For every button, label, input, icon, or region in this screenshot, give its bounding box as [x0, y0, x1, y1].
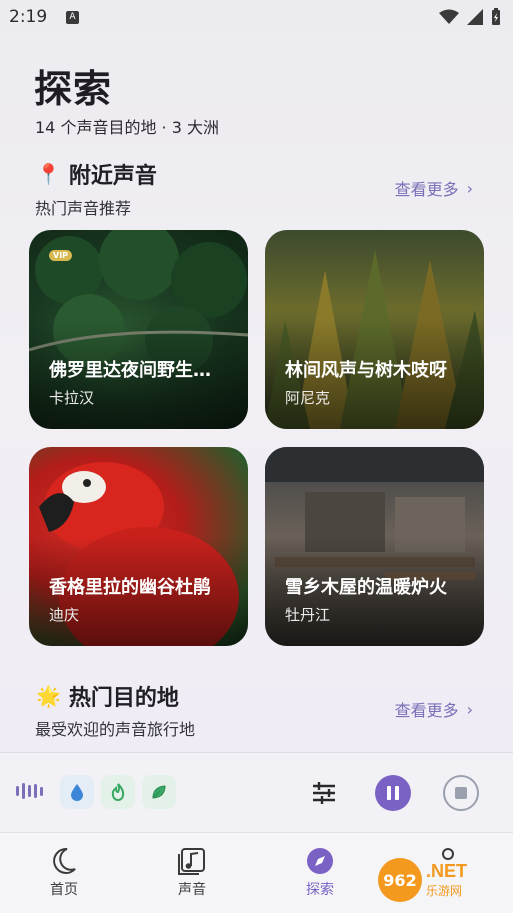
card-title: 佛罗里达夜间野生…: [49, 360, 211, 381]
watermark-cn: 乐游网: [426, 884, 463, 898]
card-location: 阿尼克: [285, 389, 331, 407]
leaf-icon: [152, 785, 166, 799]
tab-label: 探索: [306, 882, 334, 898]
stop-button[interactable]: [443, 775, 479, 811]
compass-icon: [307, 848, 333, 874]
watermark-domain: .NET: [426, 861, 468, 881]
pause-button[interactable]: [375, 775, 411, 811]
sound-card[interactable]: 林间风声与树木吱呀 阿尼克: [265, 230, 484, 429]
notification-icon: A: [66, 11, 79, 24]
nearby-section-header: 📍 附近声音: [36, 158, 157, 190]
water-drop-chip[interactable]: [60, 775, 94, 809]
fire-chip[interactable]: [101, 775, 135, 809]
nearby-subtitle: 热门声音推荐: [35, 199, 132, 218]
tab-label: 声音: [178, 882, 206, 898]
sound-card[interactable]: 香格里拉的幽谷杜鹃 迪庆: [29, 447, 248, 646]
chevron-right-icon: ›: [466, 178, 473, 198]
wifi-icon: [439, 9, 459, 24]
fire-icon: [111, 783, 125, 801]
pause-icon: [387, 786, 399, 800]
mini-player: [0, 752, 513, 832]
card-location: 迪庆: [49, 606, 80, 624]
popular-subtitle: 最受欢迎的声音旅行地: [35, 720, 196, 739]
status-time: 2:19: [9, 7, 48, 27]
stop-icon: [455, 787, 467, 799]
tab-explore[interactable]: 探索: [280, 847, 360, 899]
card-title: 雪乡木屋的温暖炉火: [285, 577, 447, 598]
popular-see-more-link[interactable]: 查看更多 ›: [395, 697, 473, 721]
sliders-icon: [313, 782, 335, 804]
sound-card[interactable]: VIP 佛罗里达夜间野生… 卡拉汉: [29, 230, 248, 429]
signal-icon: [467, 9, 483, 25]
moon-icon: [53, 847, 76, 874]
watermark-badge: 962: [378, 858, 422, 902]
chevron-right-icon: ›: [466, 699, 473, 719]
mixer-button[interactable]: [310, 775, 338, 815]
vip-badge: VIP: [49, 250, 73, 261]
page-subtitle: 14 个声音目的地 · 3 大洲: [35, 118, 219, 137]
popular-title: 热门目的地: [68, 686, 179, 711]
water-drop-icon: [71, 784, 83, 801]
tab-sounds[interactable]: 声音: [152, 847, 232, 899]
see-more-label: 查看更多: [394, 701, 459, 720]
see-more-label: 查看更多: [394, 180, 459, 199]
tab-label: 首页: [50, 882, 78, 898]
sound-card[interactable]: 雪乡木屋的温暖炉火 牡丹江: [265, 447, 484, 646]
status-bar: 2:19 A: [0, 0, 513, 34]
music-icon: [178, 848, 205, 875]
tab-home[interactable]: 首页: [24, 847, 104, 899]
battery-icon: [492, 8, 500, 25]
card-location: 卡拉汉: [49, 389, 95, 407]
nearby-see-more-link[interactable]: 查看更多 ›: [395, 176, 473, 200]
page-title: 探索: [34, 67, 113, 111]
popular-section-header: 🌟 热门目的地: [36, 680, 179, 712]
nearby-title: 附近声音: [68, 164, 157, 189]
star-icon: 🌟: [36, 684, 61, 708]
waveform-icon: [16, 783, 43, 799]
pin-icon: 📍: [36, 162, 61, 186]
card-title: 香格里拉的幽谷杜鹃: [49, 577, 211, 598]
card-location: 牡丹江: [285, 606, 331, 624]
watermark-logo: 962 .NET 乐游网: [378, 858, 467, 902]
leaf-chip[interactable]: [142, 775, 176, 809]
card-title: 林间风声与树木吱呀: [285, 360, 447, 381]
